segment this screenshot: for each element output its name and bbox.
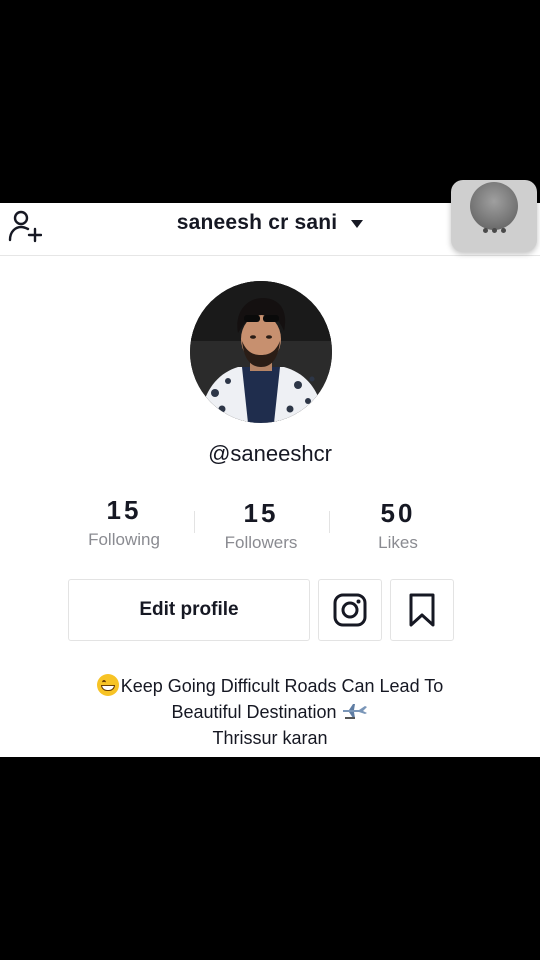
avatar-image (190, 281, 332, 423)
bio-line-2: Beautiful Destination (0, 699, 540, 725)
more-options-button[interactable] (451, 180, 537, 252)
profile-display-name: saneesh cr sani (176, 211, 338, 234)
more-dots-icon (482, 227, 506, 233)
likes-label: Likes (378, 533, 418, 552)
bio-line-1: Keep Going Difficult Roads Can Lead To (0, 673, 540, 699)
instagram-button[interactable] (318, 579, 382, 641)
touch-indicator (470, 182, 518, 230)
grinning-face-icon (96, 674, 119, 696)
stat-likes[interactable]: 50 Likes (328, 498, 468, 553)
airplane-icon (342, 704, 367, 719)
caret-down-icon (351, 220, 364, 228)
profile-screen: saneesh cr sani @saneeshcr 15 Following … (0, 180, 540, 757)
bio-text-3: Thrissur karan (212, 728, 328, 748)
favorites-button[interactable] (390, 579, 454, 641)
bio-text-1: Keep Going Difficult Roads Can Lead To (120, 676, 444, 696)
video-frame: saneesh cr sani @saneeshcr 15 Following … (0, 0, 540, 960)
stat-following[interactable]: 15 Following (54, 495, 194, 550)
stat-followers[interactable]: 15 Followers (191, 498, 331, 553)
profile-header: saneesh cr sani (0, 180, 540, 256)
followers-label: Followers (224, 533, 298, 552)
following-count: 15 (106, 495, 142, 525)
profile-handle: @saneeshcr (208, 441, 332, 466)
bio-line-3: Thrissur karan (0, 725, 540, 751)
edit-profile-button[interactable]: Edit profile (68, 579, 310, 641)
following-label: Following (88, 530, 160, 549)
followers-count: 15 (243, 498, 279, 528)
instagram-icon (333, 593, 367, 627)
likes-count: 50 (380, 498, 416, 528)
bookmark-icon (409, 593, 435, 627)
avatar[interactable] (190, 281, 332, 423)
bio-text-2: Beautiful Destination (171, 702, 337, 722)
profile-bio: Keep Going Difficult Roads Can Lead To B… (0, 673, 540, 751)
